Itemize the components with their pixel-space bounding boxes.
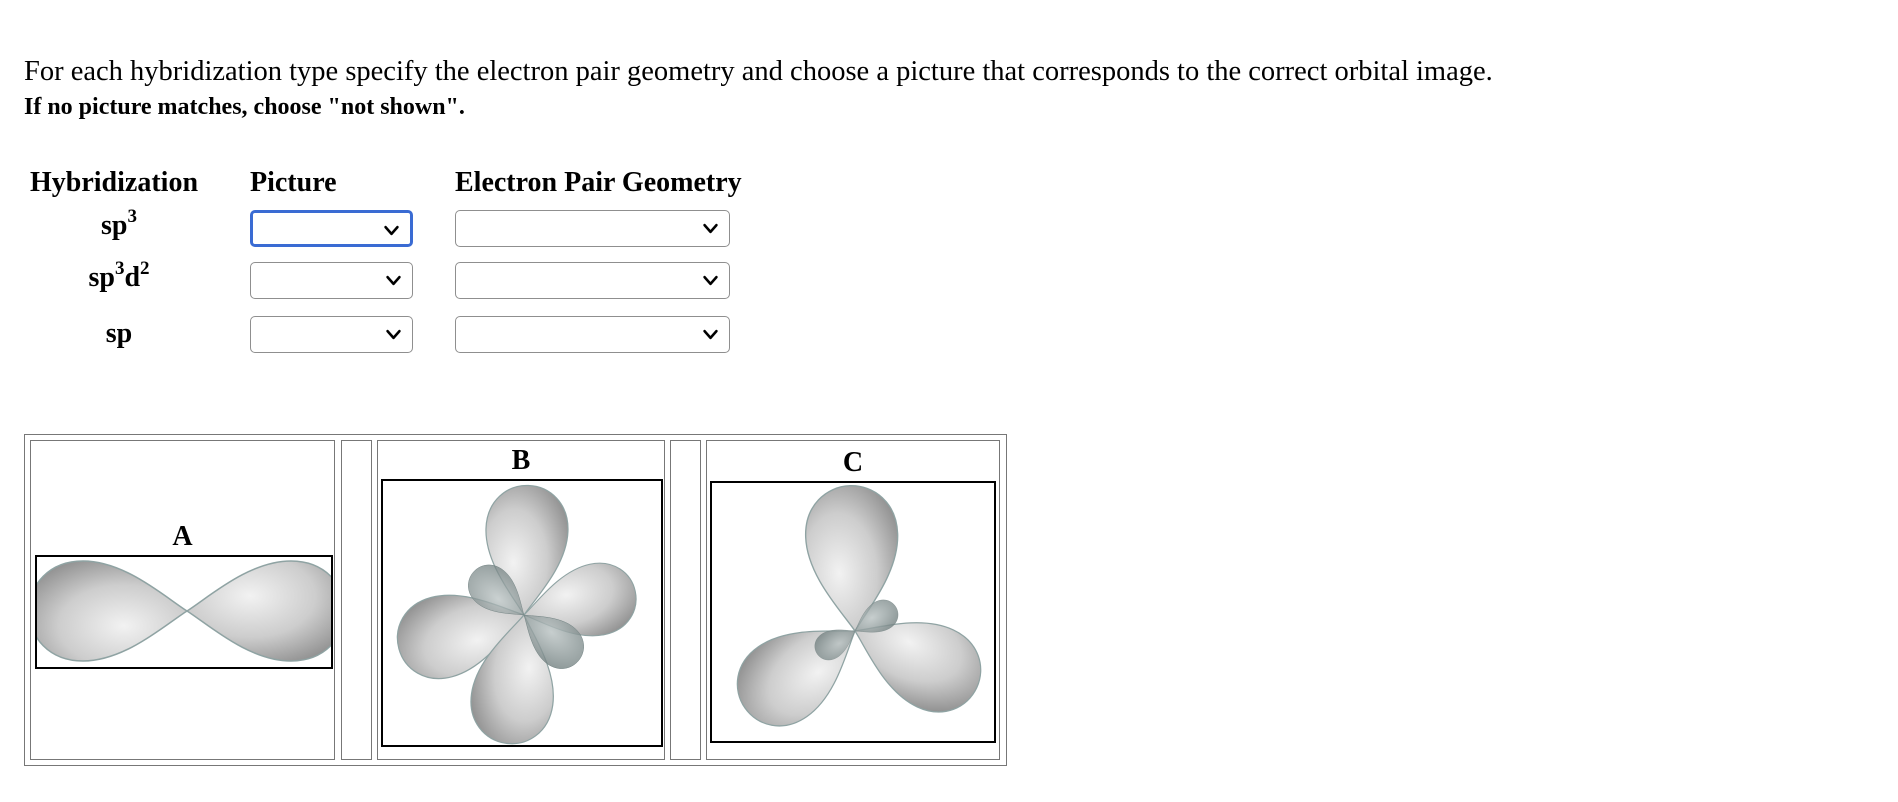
hybridization-sp3: sp3 (101, 205, 137, 241)
image-label-a: A (172, 521, 193, 552)
image-cell-b: B (377, 440, 665, 760)
geometry-select-sp3[interactable] (455, 210, 730, 247)
header-geometry: Electron Pair Geometry (455, 167, 742, 198)
header-picture: Picture (250, 167, 337, 198)
hybridization-sp3d2: sp3d2 (88, 257, 150, 293)
chevron-down-icon (703, 275, 718, 286)
instruction-text: For each hybridization type specify the … (24, 56, 1493, 87)
chevron-down-icon (703, 223, 718, 234)
image-label-c: C (842, 447, 864, 478)
chevron-down-icon (386, 329, 401, 340)
chevron-down-icon (384, 225, 399, 236)
chevron-down-icon (703, 329, 718, 340)
spacer-cell (670, 440, 701, 760)
orbital-image-c (710, 481, 996, 743)
geometry-select-sp[interactable] (455, 316, 730, 353)
picture-select-sp3d2[interactable] (250, 262, 413, 299)
header-hybridization: Hybridization (30, 167, 199, 198)
picture-select-sp[interactable] (250, 316, 413, 353)
picture-select-sp3[interactable] (250, 210, 413, 247)
orbital-image-a (35, 555, 333, 669)
instruction-note: If no picture matches, choose "not shown… (24, 94, 465, 120)
image-label-b: B (511, 445, 531, 476)
geometry-select-sp3d2[interactable] (455, 262, 730, 299)
hybridization-sp: sp (105, 318, 133, 349)
image-cell-a: A (30, 440, 335, 760)
spacer-cell (341, 440, 372, 760)
image-cell-c: C (706, 440, 1000, 760)
chevron-down-icon (386, 275, 401, 286)
orbital-image-b (381, 479, 663, 747)
